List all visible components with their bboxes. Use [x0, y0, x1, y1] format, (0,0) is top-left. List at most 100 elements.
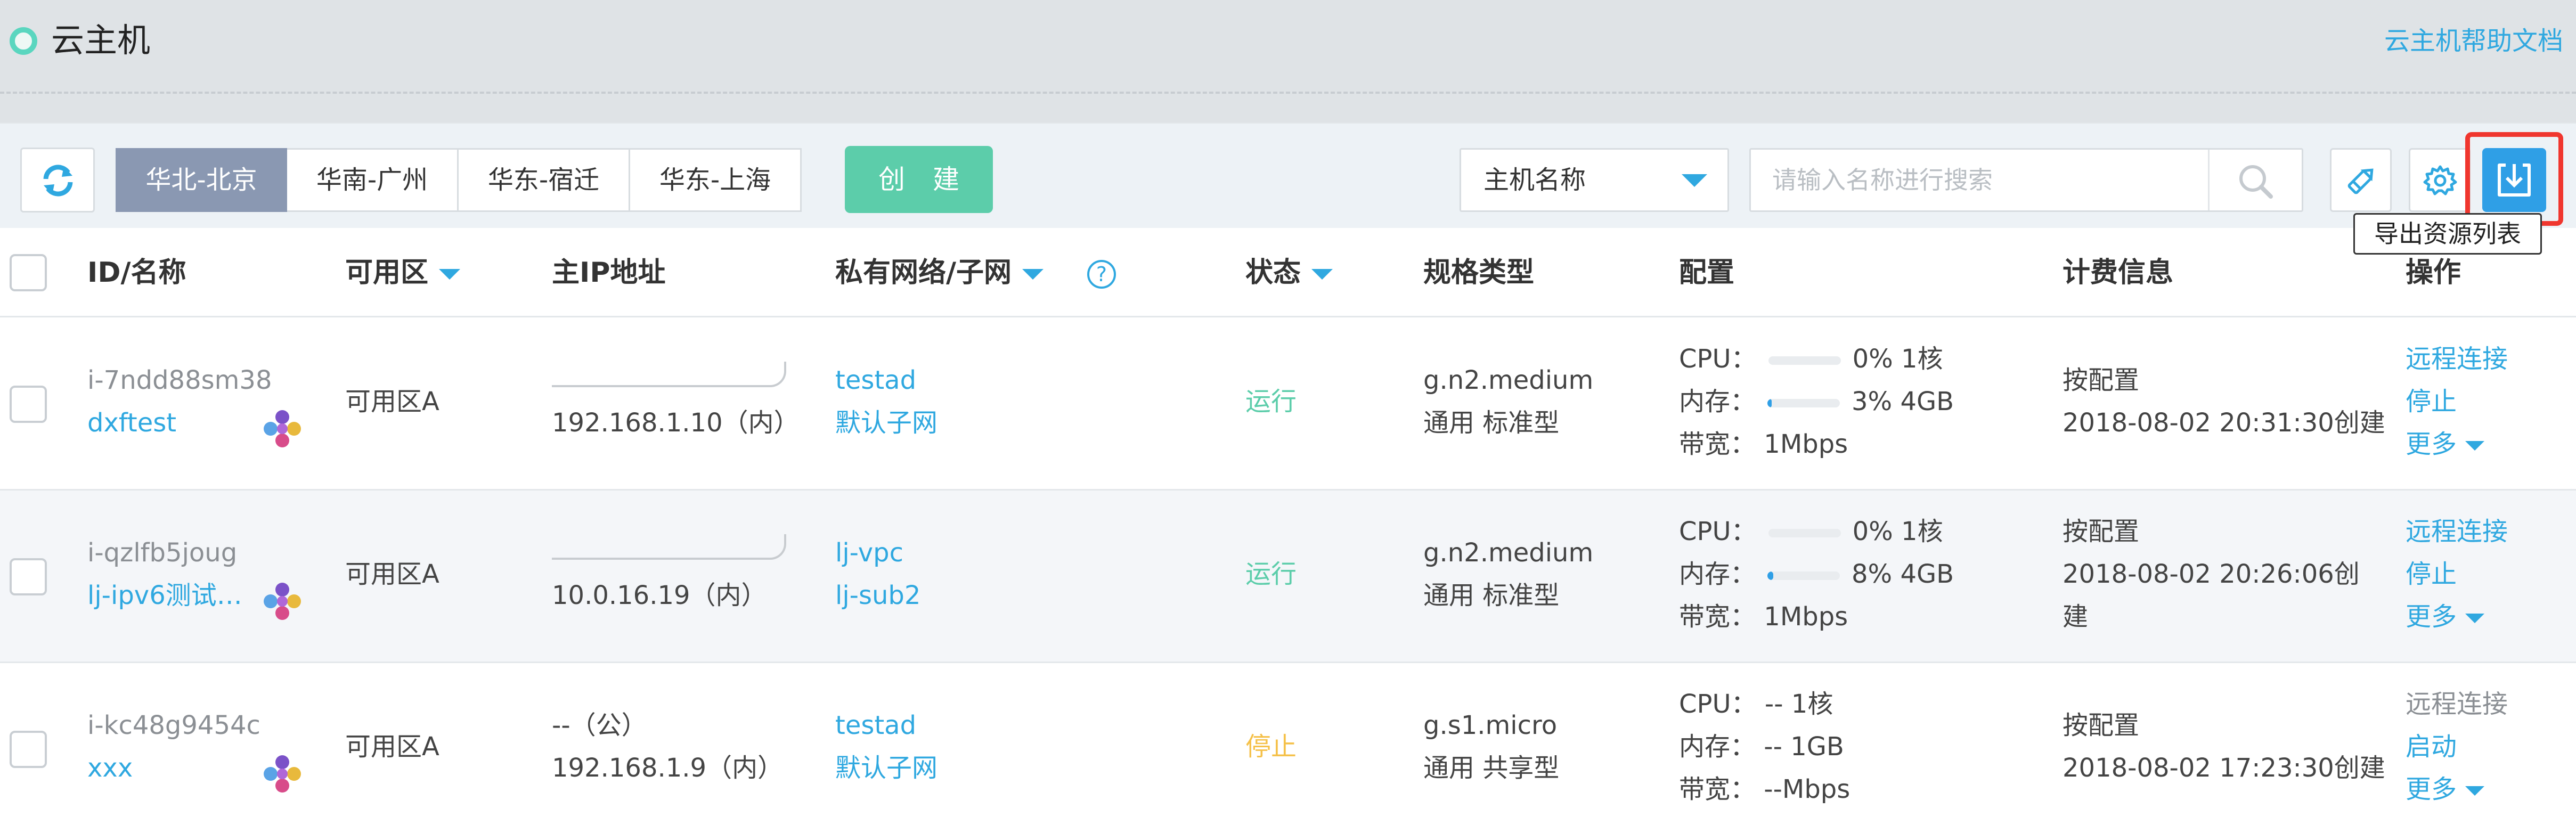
- pencil-icon: [2347, 168, 2374, 194]
- zone: 可用区A: [345, 732, 439, 762]
- vpc-link[interactable]: lj-vpc: [835, 532, 903, 574]
- col-billing: 计费信息: [2063, 257, 2174, 289]
- billing-type: 按配置: [2063, 517, 2140, 546]
- mem-config: 内存： 8% 4GB: [1679, 553, 1954, 595]
- stop-link[interactable]: 停止: [2406, 380, 2457, 423]
- col-status[interactable]: 状态: [1245, 228, 1333, 317]
- redacted-mask: [552, 534, 786, 560]
- bw-config: 带宽： 1Mbps: [1679, 423, 1848, 466]
- create-button[interactable]: 创 建: [845, 146, 993, 213]
- subnet-link[interactable]: lj-sub2: [835, 574, 920, 617]
- cpu-usage: 0%: [1852, 517, 1893, 546]
- col-spec: 规格类型: [1423, 257, 1535, 289]
- chevron-down-icon: [2465, 786, 2485, 796]
- remote-connect-link[interactable]: 远程连接: [2406, 338, 2508, 380]
- bw-config: 带宽： --Mbps: [1679, 768, 1850, 811]
- settings-button[interactable]: [2409, 148, 2471, 212]
- page-header: 云主机 云主机帮助文档: [0, 0, 2576, 85]
- export-button[interactable]: [2482, 148, 2546, 212]
- spec-type: 通用 共享型: [1423, 753, 1560, 783]
- refresh-button[interactable]: [20, 148, 95, 213]
- search-icon[interactable]: [2237, 162, 2274, 200]
- mem-size: 1GB: [1790, 732, 1844, 762]
- download-icon: [2498, 164, 2531, 197]
- cpu-label: CPU：: [1679, 689, 1757, 719]
- col-status-label: 状态: [1245, 257, 1301, 289]
- subnet-link[interactable]: 默认子网: [835, 402, 938, 444]
- row-checkbox[interactable]: [10, 731, 47, 768]
- zone: 可用区A: [345, 387, 439, 416]
- page-title: 云主机: [51, 21, 151, 60]
- row-checkbox[interactable]: [10, 558, 47, 595]
- cpu-config: CPU： -- 1核: [1679, 683, 1833, 725]
- spec-code: g.n2.medium: [1423, 365, 1594, 395]
- private-ip: 192.168.1.9（内）: [552, 753, 784, 783]
- instance-name[interactable]: xxx: [87, 747, 133, 789]
- region-tab-beijing[interactable]: 华北-北京: [116, 148, 287, 212]
- zone: 可用区A: [345, 559, 439, 589]
- mem-size: 4GB: [1900, 387, 1954, 416]
- instance-id: i-qzlfb5joug: [87, 538, 238, 568]
- billing-type: 按配置: [2063, 365, 2140, 395]
- select-all-checkbox[interactable]: [10, 254, 47, 291]
- stop-link[interactable]: 停止: [2406, 553, 2457, 595]
- redacted-mask: [552, 362, 786, 387]
- col-zone[interactable]: 可用区: [345, 228, 461, 317]
- table-row: i-kc48g9454c xxx 可用区A --（公） 192.168.1.9（…: [0, 663, 2576, 833]
- cpu-label: CPU：: [1679, 517, 1757, 546]
- sort-vpc-icon: [1022, 269, 1044, 280]
- spec-type: 通用 标准型: [1423, 408, 1560, 438]
- col-vpc[interactable]: 私有网络/子网?: [835, 228, 1116, 317]
- search-field-select[interactable]: 主机名称: [1460, 148, 1729, 212]
- more-label: 更多: [2406, 429, 2457, 459]
- search-box: [1749, 148, 2303, 212]
- pinwheel-avatar-icon: [264, 410, 301, 447]
- spec-code: g.s1.micro: [1423, 710, 1558, 740]
- more-menu[interactable]: 更多: [2406, 595, 2485, 638]
- cpu-cores: 1核: [1791, 689, 1833, 719]
- public-ip: --（公）: [552, 710, 647, 740]
- public-ip-masked: [552, 532, 786, 574]
- bw-label: 带宽：: [1679, 602, 1756, 632]
- edit-button[interactable]: [2330, 148, 2392, 212]
- region-tab-suqian[interactable]: 华东-宿迁: [459, 148, 630, 212]
- start-link[interactable]: 启动: [2406, 725, 2457, 768]
- subnet-link[interactable]: 默认子网: [835, 747, 938, 789]
- cpu-label: CPU：: [1679, 344, 1757, 374]
- search-input[interactable]: [1751, 150, 2209, 210]
- instance-name[interactable]: lj-ipv6测试…: [87, 574, 242, 617]
- instance-id: i-kc48g9454c: [87, 710, 260, 740]
- help-doc-link[interactable]: 云主机帮助文档: [2384, 22, 2563, 60]
- created-time: 2018-08-02 17:23:30创建: [2063, 753, 2385, 783]
- region-tab-shanghai[interactable]: 华东-上海: [630, 148, 802, 212]
- cpu-cores: 1核: [1901, 517, 1943, 546]
- col-zone-label: 可用区: [345, 257, 429, 289]
- gear-icon: [2423, 165, 2457, 195]
- vpc-link[interactable]: testad: [835, 359, 916, 402]
- mem-label: 内存：: [1679, 732, 1756, 762]
- col-id-name: ID/名称: [87, 257, 186, 289]
- vpc-link[interactable]: testad: [835, 704, 916, 747]
- mem-config: 内存： 3% 4GB: [1679, 380, 1954, 423]
- chevron-down-icon: [2465, 441, 2485, 451]
- spec-type: 通用 标准型: [1423, 581, 1560, 610]
- status-badge: 停止: [1245, 732, 1297, 762]
- search-field-select-value: 主机名称: [1483, 165, 1586, 195]
- cpu-config: CPU： 0% 1核: [1679, 510, 1943, 553]
- status-badge: 运行: [1245, 559, 1297, 589]
- mem-bar: [1767, 399, 1840, 407]
- mem-usage: --: [1764, 732, 1782, 762]
- instance-name[interactable]: dxftest: [87, 402, 176, 444]
- help-question-icon[interactable]: ?: [1087, 260, 1116, 289]
- cpu-usage: --: [1764, 689, 1783, 719]
- more-menu[interactable]: 更多: [2406, 423, 2485, 466]
- header-separator: [0, 85, 2576, 123]
- remote-connect-link[interactable]: 远程连接: [2406, 510, 2508, 553]
- bw-label: 带宽：: [1679, 429, 1756, 459]
- region-tab-guangzhou[interactable]: 华南-广州: [287, 148, 459, 212]
- refresh-icon: [43, 165, 73, 197]
- mem-size: 4GB: [1900, 559, 1954, 589]
- more-menu[interactable]: 更多: [2406, 768, 2485, 811]
- row-checkbox[interactable]: [10, 386, 47, 423]
- billing-type: 按配置: [2063, 710, 2140, 740]
